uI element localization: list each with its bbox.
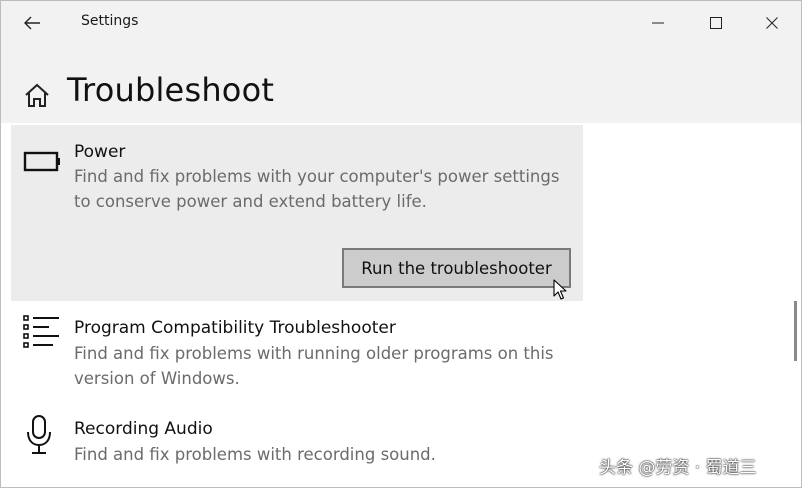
item-title: Power [74,142,126,162]
item-description: Find and fix problems with running older… [74,344,554,388]
troubleshooter-item-program-compatibility[interactable]: Program Compatibility Troubleshooter Fin… [11,307,583,403]
item-description: Find and fix problems with your computer… [74,167,560,211]
minimize-icon [652,22,664,24]
settings-window: Settings Troubleshoot Power Find and fix… [0,0,802,488]
close-button[interactable] [743,1,801,45]
minimize-button[interactable] [629,1,687,45]
item-description: Find and fix problems with recording sou… [74,445,436,464]
microphone-icon [27,415,51,454]
vertical-scrollbar[interactable] [794,301,797,361]
item-title: Program Compatibility Troubleshooter [74,318,396,338]
list-icon [23,315,59,348]
mouse-cursor-icon [553,279,567,300]
watermark: 头条 @劳资 · 蜀道三 [599,458,757,478]
run-troubleshooter-button[interactable]: Run the troubleshooter [342,248,571,288]
app-title: Settings [81,13,139,29]
page-header: Troubleshoot [1,45,801,123]
maximize-button[interactable] [687,1,745,45]
battery-icon [23,151,60,172]
back-button[interactable] [11,7,53,39]
page-title: Troubleshoot [67,71,275,109]
back-arrow-icon [24,16,40,30]
troubleshooter-item-recording-audio[interactable]: Recording Audio Find and fix problems wi… [11,409,583,481]
close-icon [766,17,778,29]
home-icon[interactable] [23,81,51,109]
title-bar: Settings [1,1,801,45]
maximize-icon [710,17,722,29]
item-title: Recording Audio [74,419,213,439]
